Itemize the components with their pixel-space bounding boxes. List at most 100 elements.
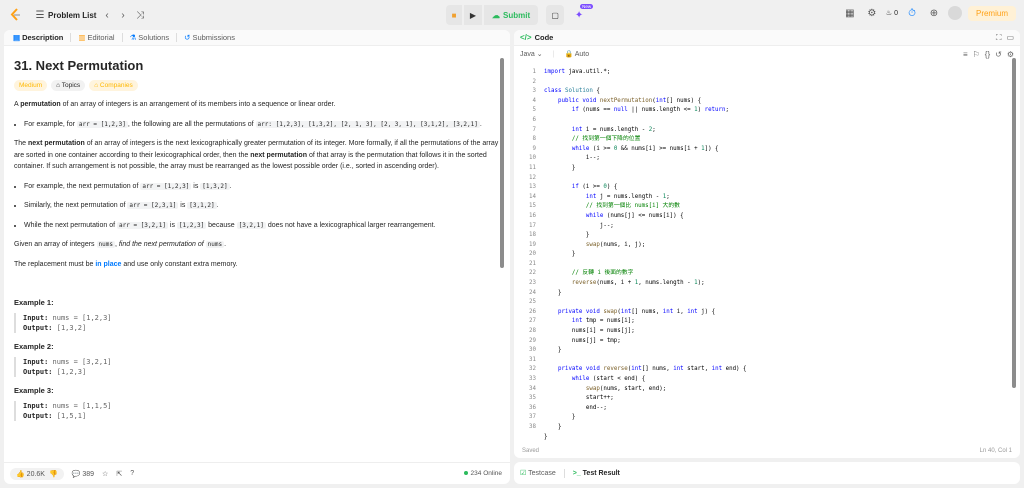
divider bbox=[70, 33, 72, 42]
divider bbox=[121, 33, 123, 42]
code-content[interactable]: import java.util.*; class Solution { pub… bbox=[544, 68, 747, 442]
comments-button[interactable]: 💬 389 bbox=[72, 470, 94, 478]
code-header: </> Code ⛶ ▭ bbox=[514, 30, 1020, 46]
timer-icon[interactable]: ⏱ bbox=[904, 5, 920, 21]
collapse-icon[interactable]: ▭ bbox=[1006, 33, 1014, 43]
streak-counter[interactable]: ♨ 0 bbox=[885, 9, 898, 18]
like-dislike-group: 👍 20.6K 👎 bbox=[10, 467, 64, 480]
tab-solutions[interactable]: ⚗ Solutions bbox=[127, 33, 173, 42]
play-icon: ▶ bbox=[469, 10, 477, 20]
next-problem-icon[interactable]: › bbox=[115, 7, 131, 23]
list-item: For example, for arr = [1,2,3], the foll… bbox=[24, 119, 500, 131]
paragraph: The next permutation of an array of inte… bbox=[14, 140, 499, 170]
editor-options: Java ⌄ | 🔒 Auto ≡ ⚐ {} ↺ ⚙ bbox=[514, 46, 1020, 62]
page-title[interactable]: 31. Next Permutation bbox=[14, 58, 500, 73]
list-item: For example, the next permutation of arr… bbox=[24, 181, 500, 193]
like-button[interactable]: 👍 20.6K bbox=[16, 470, 45, 478]
difficulty-badge: Medium bbox=[14, 80, 48, 91]
online-count: 234 Online bbox=[463, 470, 502, 477]
new-badge: New bbox=[580, 4, 594, 9]
checkbox-icon: ☑ bbox=[520, 470, 527, 477]
like-count: 20.6K bbox=[26, 470, 45, 478]
problem-tags: Medium ⌂ Topics ⌂ Companies bbox=[14, 80, 500, 91]
add-friend-icon[interactable]: ⊕ bbox=[926, 5, 942, 21]
top-bar: ☰ Problem List ‹ › ⤨ ■ ▶ ☁ Submit ▢ ✦ Ne… bbox=[0, 0, 1024, 30]
code-title: Code bbox=[534, 33, 554, 42]
editor-tools: ≡ ⚐ {} ↺ ⚙ bbox=[963, 50, 1014, 59]
tab-testcase[interactable]: ☑ Testcase bbox=[520, 469, 556, 477]
run-controls: ■ ▶ ☁ Submit ▢ ✦ New bbox=[446, 4, 594, 25]
problem-description: 31. Next Permutation Medium ⌂ Topics ⌂ C… bbox=[4, 46, 510, 462]
debug-button[interactable]: ■ bbox=[446, 5, 462, 25]
console-panel: ☑ Testcase >_ Test Result bbox=[514, 462, 1020, 484]
tab-solutions-label: Solutions bbox=[138, 33, 170, 42]
layout-icon[interactable]: ▦ bbox=[842, 5, 858, 21]
tab-submissions-label: Submissions bbox=[192, 33, 235, 42]
code-scrollbar[interactable] bbox=[1012, 58, 1016, 388]
tab-editorial[interactable]: ▥ Editorial bbox=[75, 33, 117, 42]
notes-button[interactable]: ▢ bbox=[546, 5, 565, 25]
line-numbers: 1 2 3 4 5 6 7 8 9 10 11 12 13 14 15 16 1… bbox=[529, 69, 536, 430]
thumbs-down-icon[interactable]: 👎 bbox=[49, 470, 58, 478]
maximize-icon[interactable]: ⛶ bbox=[996, 33, 1002, 43]
settings-gear-icon[interactable]: ⚙ bbox=[864, 5, 880, 21]
cloud-upload-icon: ☁ bbox=[492, 10, 500, 20]
premium-button[interactable]: Premium bbox=[967, 5, 1016, 21]
list-item: While the next permutation of arr = [3,2… bbox=[24, 220, 500, 232]
comment-icon: 💬 bbox=[71, 470, 81, 478]
ai-assistant-button[interactable]: ✦ New bbox=[570, 4, 594, 25]
auto-mode[interactable]: 🔒 Auto bbox=[564, 50, 589, 58]
submit-button[interactable]: ☁ Submit bbox=[484, 5, 539, 25]
shuffle-icon[interactable]: ⤨ bbox=[132, 7, 148, 23]
avatar[interactable] bbox=[947, 6, 962, 20]
lock-icon: 🔒 bbox=[564, 51, 574, 58]
example-3: Example 3: Input: nums = [1,1,5] Output:… bbox=[14, 386, 500, 421]
run-button[interactable]: ▶ bbox=[464, 5, 482, 25]
fire-icon: ♨ bbox=[885, 10, 893, 17]
companies-label: Companies bbox=[99, 82, 133, 89]
paragraph: A permutation of an array of integers is… bbox=[14, 101, 336, 108]
tab-description[interactable]: ▤ Description bbox=[10, 33, 66, 42]
companies-tag[interactable]: ⌂ Companies bbox=[89, 80, 138, 91]
tab-editorial-label: Editorial bbox=[87, 33, 115, 42]
prev-problem-icon[interactable]: ‹ bbox=[99, 7, 115, 23]
reset-icon[interactable]: ↺ bbox=[995, 50, 1002, 59]
thumbs-up-icon: 👍 bbox=[16, 470, 25, 478]
list: For example, for arr = [1,2,3], the foll… bbox=[24, 119, 500, 131]
language-select[interactable]: Java ⌄ bbox=[520, 50, 543, 58]
bookmark-icon[interactable]: ⚐ bbox=[973, 50, 980, 59]
note-icon: ▢ bbox=[551, 10, 559, 20]
example-1: Example 1: Input: nums = [1,2,3] Output:… bbox=[14, 298, 500, 333]
description-scrollbar[interactable] bbox=[500, 58, 504, 268]
example-2: Example 2: Input: nums = [3,2,1] Output:… bbox=[14, 342, 500, 377]
tab-test-result[interactable]: >_ Test Result bbox=[573, 470, 620, 477]
book-icon: ▥ bbox=[78, 33, 86, 42]
description-panel: ▤ Description ▥ Editorial ⚗ Solutions ↺ Subm… bbox=[4, 30, 510, 484]
problem-list-button[interactable]: ☰ Problem List bbox=[32, 7, 97, 23]
list: For example, the next permutation of arr… bbox=[24, 181, 500, 232]
braces-icon[interactable]: {} bbox=[985, 50, 990, 59]
tab-submissions[interactable]: ↺ Submissions bbox=[181, 33, 238, 42]
paragraph: The replacement must be in place and use… bbox=[14, 260, 238, 268]
share-icon[interactable]: ⇱ bbox=[116, 470, 122, 478]
leetcode-logo[interactable] bbox=[8, 7, 24, 23]
format-icon[interactable]: ≡ bbox=[963, 50, 968, 59]
code-window-controls: ⛶ ▭ bbox=[996, 33, 1014, 43]
doc-icon: ▤ bbox=[13, 33, 21, 42]
divider: | bbox=[552, 50, 555, 58]
divider bbox=[563, 468, 565, 478]
topics-label: Topics bbox=[61, 82, 81, 89]
comment-count: 389 bbox=[82, 470, 95, 478]
code-editor[interactable]: 1 2 3 4 5 6 7 8 9 10 11 12 13 14 15 16 1… bbox=[514, 66, 1020, 440]
topbar-right: ▦ ⚙ ♨ 0 ⏱ ⊕ Premium bbox=[842, 5, 1016, 21]
code-panel: </> Code ⛶ ▭ Java ⌄ | 🔒 Auto ≡ ⚐ {} ↺ ⚙ … bbox=[514, 30, 1020, 458]
chevron-down-icon: ⌄ bbox=[536, 51, 543, 58]
topics-tag[interactable]: ⌂ Topics bbox=[51, 80, 86, 91]
tab-description-label: Description bbox=[22, 33, 64, 42]
cursor-position: Ln 40, Col 1 bbox=[979, 448, 1012, 454]
star-icon[interactable]: ☆ bbox=[102, 470, 108, 478]
submit-label: Submit bbox=[503, 10, 531, 20]
in-place-link[interactable]: in place bbox=[95, 261, 121, 268]
list-item: Similarly, the next permutation of arr =… bbox=[24, 200, 500, 212]
help-icon[interactable]: ? bbox=[130, 470, 134, 477]
